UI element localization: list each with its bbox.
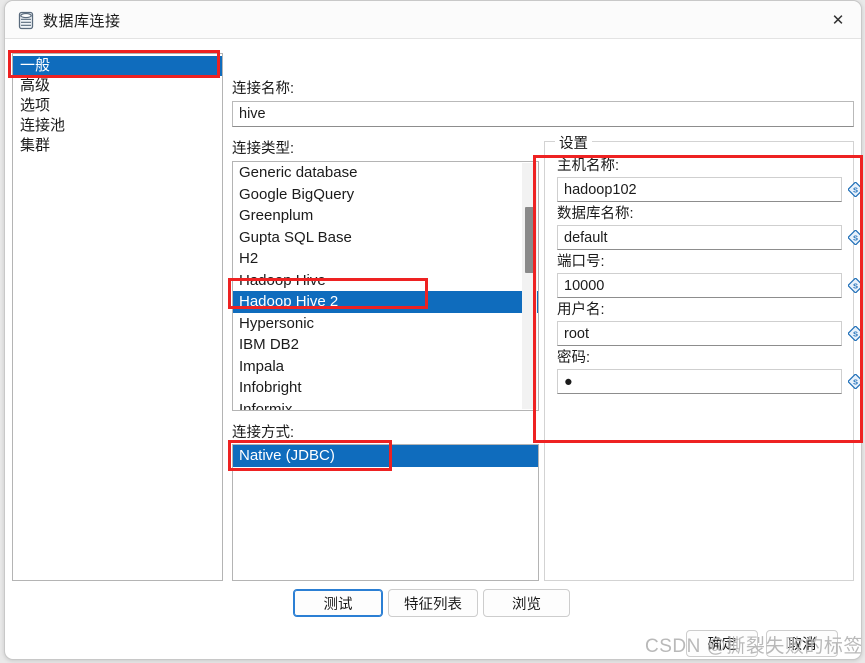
- connection-method-listbox[interactable]: Native (JDBC): [232, 444, 539, 581]
- svg-text:S: S: [853, 329, 858, 338]
- database-name-label: 数据库名称:: [557, 206, 634, 222]
- list-item[interactable]: IBM DB2: [233, 334, 538, 356]
- user-name-input[interactable]: root S: [557, 321, 861, 346]
- screenshot-root: 数据库连接 ✕ 一般 高级 选项 连接池 集群 连接名称: hive 连接类型:…: [0, 0, 865, 663]
- variable-icon[interactable]: S: [847, 229, 861, 246]
- list-item[interactable]: Infobright: [233, 377, 538, 399]
- csdn-watermark: CSDN @撕裂失败的标签: [645, 636, 862, 657]
- variable-icon[interactable]: S: [847, 373, 861, 390]
- list-item[interactable]: Greenplum: [233, 205, 538, 227]
- database-name-input[interactable]: default S: [557, 225, 861, 250]
- svg-text:S: S: [853, 233, 858, 242]
- port-number-input[interactable]: 10000 S: [557, 273, 861, 298]
- host-name-row: 主机名称: hadoop102 S: [557, 156, 861, 202]
- connection-type-listbox[interactable]: Generic database Google BigQuery Greenpl…: [232, 161, 539, 411]
- list-item[interactable]: Hadoop Hive: [233, 270, 538, 292]
- connection-type-label: 连接类型:: [232, 141, 295, 157]
- settings-category-sidebar[interactable]: 一般 高级 选项 连接池 集群: [12, 53, 223, 581]
- port-number-row: 端口号: 10000 S: [557, 252, 861, 298]
- sidebar-item-options[interactable]: 选项: [13, 96, 222, 116]
- database-connection-dialog: 数据库连接 ✕ 一般 高级 选项 连接池 集群 连接名称: hive 连接类型:…: [4, 0, 862, 660]
- window-title: 数据库连接: [43, 13, 121, 30]
- test-button[interactable]: 测试: [293, 589, 383, 617]
- list-item[interactable]: Impala: [233, 356, 538, 378]
- close-icon[interactable]: ✕: [815, 1, 861, 38]
- connection-method-label: 连接方式:: [232, 425, 295, 441]
- settings-groupbox: 设置 主机名称: hadoop102 S 数据库名称: default S 端口…: [544, 132, 861, 581]
- browse-button[interactable]: 浏览: [483, 589, 570, 617]
- variable-icon[interactable]: S: [847, 277, 861, 294]
- list-item[interactable]: Gupta SQL Base: [233, 227, 538, 249]
- database-name-row: 数据库名称: default S: [557, 204, 861, 250]
- database-icon: [17, 11, 35, 30]
- feature-list-button[interactable]: 特征列表: [388, 589, 478, 617]
- user-name-label: 用户名:: [557, 302, 605, 318]
- settings-group-title: 设置: [555, 132, 592, 153]
- list-item[interactable]: Google BigQuery: [233, 184, 538, 206]
- port-number-label: 端口号:: [557, 254, 605, 270]
- svg-text:S: S: [853, 185, 858, 194]
- svg-text:S: S: [853, 377, 858, 386]
- svg-text:S: S: [853, 281, 858, 290]
- variable-icon[interactable]: S: [847, 325, 861, 342]
- scrollbar-thumb[interactable]: [525, 207, 534, 273]
- user-name-row: 用户名: root S: [557, 300, 861, 346]
- sidebar-item-advanced[interactable]: 高级: [13, 76, 222, 96]
- password-input[interactable]: ● S: [557, 369, 861, 394]
- list-item[interactable]: Informix: [233, 399, 538, 411]
- list-item[interactable]: Hypersonic: [233, 313, 538, 335]
- list-item[interactable]: H2: [233, 248, 538, 270]
- password-row: 密码: ● S: [557, 348, 861, 394]
- list-item-hadoop-hive-2[interactable]: Hadoop Hive 2: [233, 291, 538, 313]
- host-name-input[interactable]: hadoop102 S: [557, 177, 861, 202]
- connection-name-input[interactable]: hive: [232, 101, 854, 127]
- title-bar: 数据库连接 ✕: [5, 1, 861, 39]
- list-item[interactable]: Generic database: [233, 162, 538, 184]
- host-name-label: 主机名称:: [557, 158, 620, 174]
- sidebar-item-general[interactable]: 一般: [13, 56, 222, 76]
- sidebar-item-connection-pool[interactable]: 连接池: [13, 116, 222, 136]
- password-label: 密码:: [557, 350, 591, 366]
- sidebar-item-cluster[interactable]: 集群: [13, 136, 222, 156]
- variable-icon[interactable]: S: [847, 181, 861, 198]
- list-item-native-jdbc[interactable]: Native (JDBC): [233, 445, 538, 467]
- connection-type-scrollbar[interactable]: [522, 163, 537, 409]
- connection-name-label: 连接名称:: [232, 81, 295, 97]
